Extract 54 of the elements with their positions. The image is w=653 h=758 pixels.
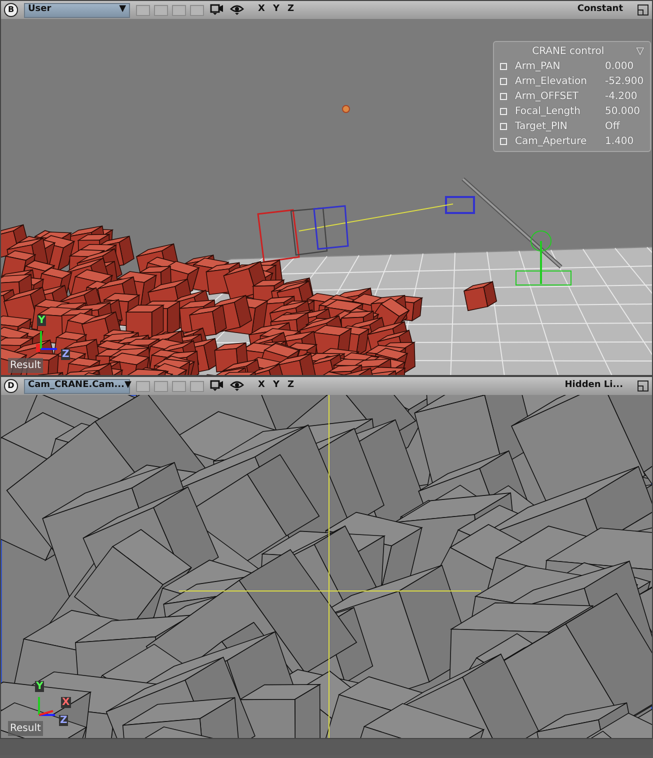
caret-icon: ▼ — [124, 379, 132, 393]
view-dropdown[interactable]: User ▼ — [24, 2, 130, 18]
parameter-name: Arm_PAN — [515, 60, 562, 74]
checkbox[interactable] — [500, 93, 507, 100]
axis-label: Z — [61, 349, 70, 360]
eye-icon[interactable] — [230, 4, 244, 16]
blank-toggle[interactable] — [136, 380, 150, 392]
viewport-label: Result — [8, 721, 43, 736]
view-name: Cam_CRANE.Cam... — [28, 379, 124, 392]
camera-icon[interactable] — [210, 380, 224, 392]
target-marker-icon — [342, 105, 350, 113]
blank-toggle[interactable] — [154, 380, 168, 392]
blank-toggle[interactable] — [172, 380, 186, 392]
parameter-name: Target_PIN — [515, 120, 568, 134]
parameter-name: Arm_OFFSET — [515, 90, 580, 104]
axis-gizmo-icon — [38, 697, 55, 716]
shading-mode[interactable]: Constant — [577, 3, 623, 17]
blank-toggle[interactable] — [190, 4, 204, 16]
axis-label: Z — [59, 715, 68, 726]
view-name: User — [28, 3, 52, 16]
axis-toggle[interactable]: X — [258, 3, 265, 17]
camera-icon[interactable] — [210, 4, 224, 16]
blank-toggle[interactable] — [190, 380, 204, 392]
axis-toggle[interactable]: Z — [287, 379, 294, 393]
caret-icon: ▼ — [119, 3, 126, 17]
parameter-name: Arm_Elevation — [515, 75, 588, 89]
axis-toggle[interactable]: Y — [272, 3, 280, 17]
maximize-icon[interactable] — [637, 4, 649, 16]
axis-label: X — [61, 697, 71, 708]
viewport-letter[interactable]: B — [4, 3, 18, 17]
checkbox[interactable] — [500, 63, 507, 70]
viewport-letter[interactable]: D — [4, 379, 18, 393]
maximize-icon[interactable] — [637, 380, 649, 392]
panel-title: CRANE control — [531, 45, 606, 59]
checkbox[interactable] — [500, 108, 507, 115]
checkbox[interactable] — [500, 78, 507, 85]
axis-label: Y — [35, 681, 44, 692]
blank-toggle[interactable] — [136, 4, 150, 16]
axis-toggle[interactable]: X — [258, 379, 265, 393]
axis-gizmo-icon — [36, 331, 57, 352]
axis-toggle[interactable]: Z — [287, 3, 294, 17]
view-dropdown[interactable]: Cam_CRANE.Cam...▼ — [24, 378, 130, 394]
viewport-label: Result — [8, 358, 43, 373]
eye-icon[interactable] — [230, 380, 244, 392]
blank-toggle[interactable] — [154, 4, 168, 16]
cube-drawing — [464, 280, 498, 312]
checkbox[interactable] — [500, 138, 507, 145]
axis-toggle[interactable]: Y — [272, 379, 280, 393]
shading-mode[interactable]: Hidden Li... — [564, 379, 623, 393]
checkbox[interactable] — [500, 123, 507, 130]
blank-toggle[interactable] — [172, 4, 186, 16]
parameter-name: Focal_Length — [515, 105, 582, 119]
parameter-name: Cam_Aperture — [515, 135, 588, 149]
axis-label: Y — [37, 315, 46, 326]
